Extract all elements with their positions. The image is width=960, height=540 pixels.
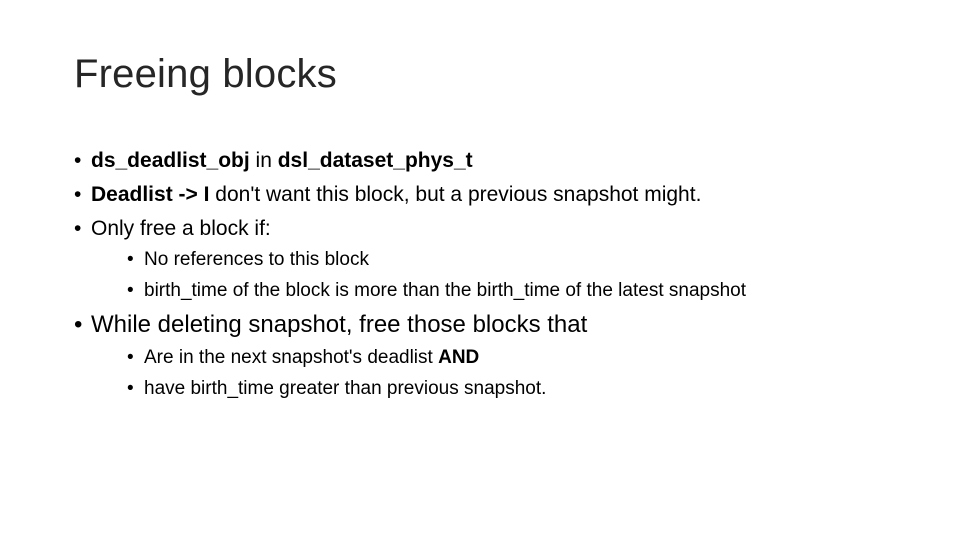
bullet-text-bold: Deadlist -> I <box>91 183 210 206</box>
slide-title: Freeing blocks <box>74 52 337 96</box>
bullet-item: Deadlist -> I don't want this block, but… <box>74 182 746 208</box>
sub-bullet-item: No references to this block <box>127 248 746 271</box>
sub-bullet-list: Are in the next snapshot's deadlist AND … <box>91 346 746 400</box>
bullet-item: While deleting snapshot, free those bloc… <box>74 310 746 400</box>
sub-bullet-text: Are in the next snapshot's deadlist <box>144 347 439 368</box>
sub-bullet-list: No references to this block birth_time o… <box>91 248 746 302</box>
sub-bullet-text: have birth_time greater than previous sn… <box>144 378 547 399</box>
bullet-item: ds_deadlist_obj in dsl_dataset_phys_t <box>74 148 746 174</box>
sub-bullet-item: have birth_time greater than previous sn… <box>127 377 746 400</box>
bullet-text: don't want this block, but a previous sn… <box>209 183 702 206</box>
sub-bullet-item: birth_time of the block is more than the… <box>127 279 746 302</box>
sub-bullet-text: No references to this block <box>144 249 369 270</box>
bullet-text-bold: dsl_dataset_phys_t <box>277 149 473 172</box>
bullet-text: While deleting snapshot, free those bloc… <box>91 311 588 338</box>
bullet-text: Only free a block if: <box>91 217 271 240</box>
sub-bullet-text: birth_time of the block is more than the… <box>144 280 746 301</box>
bullet-item: Only free a block if: No references to t… <box>74 216 746 302</box>
sub-bullet-text-bold: AND <box>438 347 480 368</box>
bullet-text-bold: ds_deadlist_obj <box>91 149 250 172</box>
bullet-text: in <box>249 149 278 172</box>
sub-bullet-item: Are in the next snapshot's deadlist AND <box>127 346 746 369</box>
bullet-list: ds_deadlist_obj in dsl_dataset_phys_t De… <box>74 148 746 408</box>
